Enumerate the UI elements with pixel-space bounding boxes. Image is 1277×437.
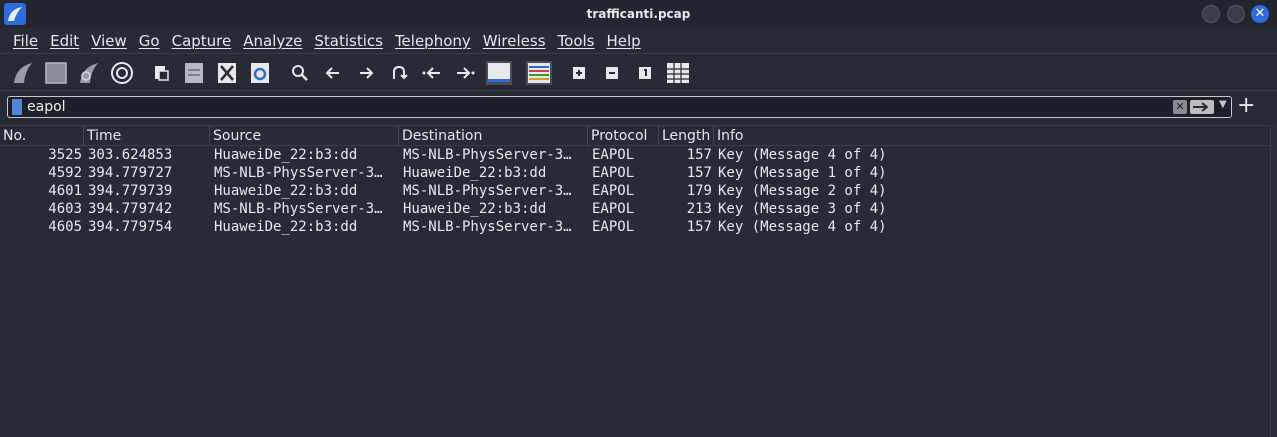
menu-statistics[interactable]: Statistics bbox=[314, 32, 383, 50]
packet-list: 3525 303.624853 HuaweiDe_22:b3:dd MS-NLB… bbox=[0, 146, 1270, 236]
display-filter-input[interactable] bbox=[27, 97, 1157, 117]
column-header-no[interactable]: No. bbox=[0, 126, 84, 146]
packet-protocol: EAPOL bbox=[592, 165, 635, 181]
packet-time: 394.779727 bbox=[88, 165, 173, 181]
jump-to-icon[interactable] bbox=[386, 60, 412, 86]
window-title: trafficanti.pcap bbox=[586, 7, 691, 21]
packet-length: 157 bbox=[686, 165, 712, 181]
column-header-source[interactable]: Source bbox=[210, 126, 399, 146]
zoom-out-icon[interactable] bbox=[599, 60, 625, 86]
packet-source: MS-NLB-PhysServer-3… bbox=[214, 201, 383, 217]
packet-destination: HuaweiDe_22:b3:dd bbox=[403, 165, 547, 181]
menu-help[interactable]: Help bbox=[606, 32, 640, 50]
packet-length: 157 bbox=[686, 219, 712, 235]
packet-protocol: EAPOL bbox=[592, 219, 635, 235]
main-toolbar bbox=[0, 56, 1277, 91]
search-icon[interactable] bbox=[287, 60, 313, 86]
reload-icon[interactable] bbox=[247, 60, 273, 86]
clear-filter-icon[interactable]: ✕ bbox=[1173, 100, 1187, 114]
packet-length: 213 bbox=[686, 201, 712, 217]
packet-no: 3525 bbox=[48, 147, 82, 163]
packet-no: 4605 bbox=[48, 219, 82, 235]
filter-bookmark-icon[interactable] bbox=[12, 99, 22, 115]
packet-length: 157 bbox=[686, 147, 712, 163]
resize-columns-icon[interactable] bbox=[665, 60, 691, 86]
close-file-icon[interactable] bbox=[214, 60, 240, 86]
column-header-length[interactable]: Length bbox=[659, 126, 714, 146]
save-file-icon[interactable] bbox=[181, 60, 207, 86]
menu-view[interactable]: View bbox=[91, 32, 127, 50]
menu-edit[interactable]: Edit bbox=[50, 32, 79, 50]
shark-fin-start-icon[interactable] bbox=[10, 60, 36, 86]
close-window-button[interactable]: ✕ bbox=[1251, 5, 1269, 23]
packet-no: 4603 bbox=[48, 201, 82, 217]
packet-info: Key (Message 4 of 4) bbox=[718, 147, 887, 163]
packet-destination: MS-NLB-PhysServer-3… bbox=[403, 183, 572, 199]
last-packet-icon[interactable] bbox=[452, 60, 478, 86]
packet-info: Key (Message 4 of 4) bbox=[718, 219, 887, 235]
minimize-button[interactable] bbox=[1202, 5, 1220, 23]
menu-go[interactable]: Go bbox=[139, 32, 160, 50]
packet-source: HuaweiDe_22:b3:dd bbox=[214, 147, 358, 163]
column-header-info[interactable]: Info bbox=[714, 126, 1270, 146]
packet-info: Key (Message 3 of 4) bbox=[718, 201, 887, 217]
packet-info: Key (Message 1 of 4) bbox=[718, 165, 887, 181]
packet-protocol: EAPOL bbox=[592, 183, 635, 199]
menu-file[interactable]: File bbox=[13, 32, 38, 50]
packet-source: HuaweiDe_22:b3:dd bbox=[214, 219, 358, 235]
menu-wireless[interactable]: Wireless bbox=[483, 32, 546, 50]
packet-row[interactable]: 4603 394.779742 MS-NLB-PhysServer-3… Hua… bbox=[0, 200, 1270, 218]
zoom-in-icon[interactable] bbox=[566, 60, 592, 86]
packet-row[interactable]: 4601 394.779739 HuaweiDe_22:b3:dd MS-NLB… bbox=[0, 182, 1270, 200]
packet-time: 394.779742 bbox=[88, 201, 173, 217]
apply-filter-icon[interactable] bbox=[1190, 100, 1214, 114]
packet-source: MS-NLB-PhysServer-3… bbox=[214, 165, 383, 181]
packet-row[interactable]: 3525 303.624853 HuaweiDe_22:b3:dd MS-NLB… bbox=[0, 146, 1270, 164]
normal-size-icon[interactable] bbox=[632, 60, 658, 86]
packet-row[interactable]: 4605 394.779754 HuaweiDe_22:b3:dd MS-NLB… bbox=[0, 218, 1270, 236]
vertical-scrollbar[interactable] bbox=[1270, 125, 1277, 437]
packet-destination: HuaweiDe_22:b3:dd bbox=[403, 201, 547, 217]
column-header-time[interactable]: Time bbox=[84, 126, 210, 146]
packet-row[interactable]: 4592 394.779727 MS-NLB-PhysServer-3… Hua… bbox=[0, 164, 1270, 182]
packet-protocol: EAPOL bbox=[592, 201, 635, 217]
packet-info: Key (Message 2 of 4) bbox=[718, 183, 887, 199]
column-header-destination[interactable]: Destination bbox=[399, 126, 588, 146]
menu-capture[interactable]: Capture bbox=[172, 32, 232, 50]
menu-analyze[interactable]: Analyze bbox=[243, 32, 302, 50]
filter-history-dropdown-icon[interactable]: ▼ bbox=[1219, 99, 1227, 110]
stop-square-icon[interactable] bbox=[43, 60, 69, 86]
packet-no: 4592 bbox=[48, 165, 82, 181]
menu-telephony[interactable]: Telephony bbox=[395, 32, 471, 50]
display-filter-bar: ✕ ▼ bbox=[7, 96, 1232, 118]
autoscroll-icon[interactable] bbox=[485, 60, 513, 86]
packet-length: 179 bbox=[686, 183, 712, 199]
column-header-protocol[interactable]: Protocol bbox=[588, 126, 659, 146]
colorize-icon[interactable] bbox=[525, 60, 553, 86]
first-packet-icon[interactable] bbox=[419, 60, 445, 86]
packet-list-header: No. Time Source Destination Protocol Len… bbox=[0, 125, 1270, 146]
packet-time: 394.779739 bbox=[88, 183, 173, 199]
capture-options-gear-icon[interactable] bbox=[109, 60, 135, 86]
restart-fin-icon[interactable] bbox=[76, 60, 102, 86]
packet-source: HuaweiDe_22:b3:dd bbox=[214, 183, 358, 199]
wireshark-logo-icon bbox=[4, 3, 26, 25]
menu-tools[interactable]: Tools bbox=[558, 32, 595, 50]
packet-protocol: EAPOL bbox=[592, 147, 635, 163]
packet-destination: MS-NLB-PhysServer-3… bbox=[403, 219, 572, 235]
maximize-button[interactable] bbox=[1227, 5, 1245, 23]
menu-bar: File Edit View Go Capture Analyze Statis… bbox=[0, 28, 1277, 54]
back-arrow-icon[interactable] bbox=[320, 60, 346, 86]
packet-time: 303.624853 bbox=[88, 147, 173, 163]
add-filter-button[interactable]: + bbox=[1237, 94, 1255, 118]
packet-time: 394.779754 bbox=[88, 219, 173, 235]
open-file-icon[interactable] bbox=[148, 60, 174, 86]
packet-no: 4601 bbox=[48, 183, 82, 199]
forward-arrow-icon[interactable] bbox=[353, 60, 379, 86]
packet-destination: MS-NLB-PhysServer-3… bbox=[403, 147, 572, 163]
title-bar: trafficanti.pcap ✕ bbox=[0, 0, 1277, 28]
